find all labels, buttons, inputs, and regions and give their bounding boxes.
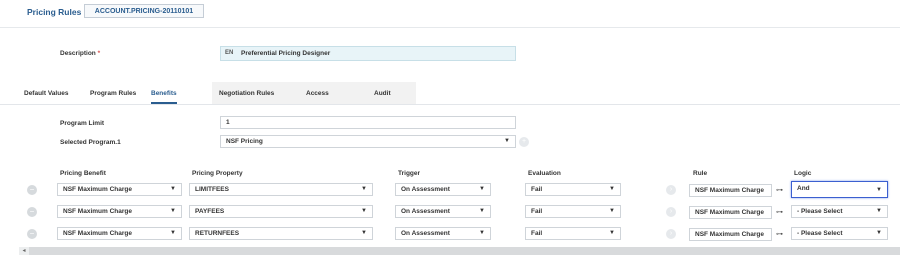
- remove-row-icon[interactable]: −: [27, 229, 37, 239]
- trigger-select[interactable]: On Assessment ▼: [395, 227, 491, 240]
- evaluation-select[interactable]: Fail ▼: [525, 205, 621, 218]
- link-arrow-icon[interactable]: ⊶: [776, 208, 783, 216]
- tabs-divider: [0, 104, 900, 105]
- caret-down-icon: ▼: [876, 208, 882, 214]
- pricing-benefit-value: NSF Maximum Charge: [63, 186, 132, 193]
- pricing-benefit-select[interactable]: NSF Maximum Charge ▼: [57, 205, 182, 218]
- logic-select[interactable]: - Please Select ▼: [791, 227, 888, 240]
- tab-default-values[interactable]: Default Values: [24, 86, 68, 104]
- tab-benefits[interactable]: Benefits: [151, 86, 177, 104]
- evaluation-select[interactable]: Fail ▼: [525, 227, 621, 240]
- caret-down-icon: ▼: [609, 230, 615, 236]
- col-pricing-property: Pricing Property: [192, 170, 243, 177]
- caret-down-icon: ▼: [479, 186, 485, 192]
- pricing-property-select[interactable]: RETURNFEES ▼: [189, 227, 373, 240]
- tab-access[interactable]: Access: [306, 86, 329, 104]
- evaluation-select[interactable]: Fail ▼: [525, 183, 621, 196]
- logic-select[interactable]: - Please Select ▼: [791, 205, 888, 218]
- tab-audit[interactable]: Audit: [374, 86, 391, 104]
- pricing-benefit-select[interactable]: NSF Maximum Charge ▼: [57, 227, 182, 240]
- caret-down-icon: ▼: [609, 208, 615, 214]
- trigger-value: On Assessment: [401, 208, 450, 215]
- trigger-value: On Assessment: [401, 186, 450, 193]
- col-logic: Logic: [794, 170, 812, 177]
- caret-down-icon: ▼: [876, 187, 882, 193]
- trigger-select[interactable]: On Assessment ▼: [395, 183, 491, 196]
- account-code-badge[interactable]: ACCOUNT.PRICING-20110101: [84, 4, 204, 18]
- caret-down-icon: ▼: [479, 230, 485, 236]
- link-arrow-icon[interactable]: ⊶: [776, 186, 783, 194]
- logic-value: - Please Select: [797, 230, 843, 237]
- evaluation-value: Fail: [531, 208, 543, 215]
- logic-value: And: [797, 185, 810, 192]
- pricing-property-value: RETURNFEES: [195, 230, 240, 237]
- plus-circle-icon[interactable]: +: [519, 137, 529, 147]
- caret-down-icon: ▼: [361, 230, 367, 236]
- scroll-left-arrow-icon[interactable]: ◂: [19, 247, 29, 255]
- link-arrow-icon[interactable]: ⊶: [776, 230, 783, 238]
- caret-down-icon: ▼: [170, 230, 176, 236]
- pricing-benefit-value: NSF Maximum Charge: [63, 230, 132, 237]
- pricing-property-value: LIMITFEES: [195, 186, 229, 193]
- col-rule: Rule: [693, 170, 708, 177]
- pricing-benefit-select[interactable]: NSF Maximum Charge ▼: [57, 183, 182, 196]
- tab-program-rules[interactable]: Program Rules: [90, 86, 136, 104]
- rule-field[interactable]: NSF Maximum Charge: [689, 184, 772, 197]
- logic-select[interactable]: And ▼: [791, 181, 888, 198]
- rule-circle-icon[interactable]: ›: [666, 207, 676, 217]
- caret-down-icon: ▼: [609, 186, 615, 192]
- description-label-text: Description: [60, 50, 96, 57]
- description-label: Description *: [60, 50, 100, 57]
- selected-program-label: Selected Program.1: [60, 139, 121, 146]
- pricing-property-value: PAYFEES: [195, 208, 225, 215]
- caret-down-icon: ▼: [361, 208, 367, 214]
- pricing-property-select[interactable]: PAYFEES ▼: [189, 205, 373, 218]
- selected-program-select[interactable]: NSF Pricing ▼: [220, 135, 516, 148]
- caret-down-icon: ▼: [170, 208, 176, 214]
- col-pricing-benefit: Pricing Benefit: [60, 170, 106, 177]
- tab-bar: Default Values Program Rules Benefits Ne…: [19, 86, 439, 104]
- rule-circle-icon[interactable]: ›: [666, 185, 676, 195]
- remove-row-icon[interactable]: −: [27, 185, 37, 195]
- caret-down-icon: ▼: [504, 138, 510, 144]
- description-value: Preferential Pricing Designer: [241, 50, 331, 57]
- caret-down-icon: ▼: [876, 230, 882, 236]
- header-divider: [0, 27, 900, 28]
- page-title: Pricing Rules: [27, 7, 82, 17]
- col-trigger: Trigger: [398, 170, 421, 177]
- horizontal-scrollbar[interactable]: [19, 247, 900, 255]
- trigger-select[interactable]: On Assessment ▼: [395, 205, 491, 218]
- logic-value: - Please Select: [797, 208, 843, 215]
- program-limit-label: Program Limit: [60, 120, 105, 127]
- selected-program-value: NSF Pricing: [226, 138, 263, 145]
- remove-row-icon[interactable]: −: [27, 207, 37, 217]
- rule-field[interactable]: NSF Maximum Charge: [689, 206, 772, 219]
- evaluation-value: Fail: [531, 186, 543, 193]
- language-tag: EN: [225, 50, 234, 56]
- rule-circle-icon[interactable]: ›: [666, 229, 676, 239]
- pricing-benefit-value: NSF Maximum Charge: [63, 208, 132, 215]
- col-evaluation: Evaluation: [528, 170, 561, 177]
- tab-negotiation-rules[interactable]: Negotiation Rules: [219, 86, 274, 104]
- trigger-value: On Assessment: [401, 230, 450, 237]
- required-mark: *: [97, 50, 101, 57]
- rule-field[interactable]: NSF Maximum Charge: [689, 228, 772, 241]
- caret-down-icon: ▼: [479, 208, 485, 214]
- pricing-property-select[interactable]: LIMITFEES ▼: [189, 183, 373, 196]
- program-limit-input[interactable]: 1: [220, 116, 516, 129]
- caret-down-icon: ▼: [361, 186, 367, 192]
- caret-down-icon: ▼: [170, 186, 176, 192]
- description-field[interactable]: EN Preferential Pricing Designer: [220, 46, 516, 61]
- evaluation-value: Fail: [531, 230, 543, 237]
